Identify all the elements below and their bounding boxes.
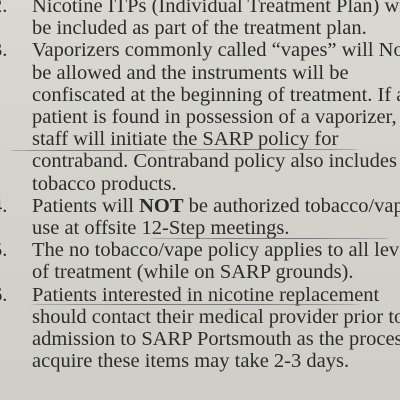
item-text-line: contraband. Contraband policy also inclu… — [32, 150, 397, 173]
item-text-segment: Patients will — [32, 194, 140, 217]
item-number: 3. — [0, 39, 8, 62]
policy-item-2: 2. Nicotine ITPs (Individual Treatment P… — [0, 0, 400, 39]
policy-item-6: 6. Patients interested in nicotine repla… — [0, 284, 400, 373]
item-text-line: Patients will NOT be authorized tobacco/… — [32, 195, 400, 217]
item-text-line: Vaporizers commonly called “vapes” will … — [32, 39, 400, 62]
item-text-line: Patients interested in nicotine replacem… — [32, 283, 380, 306]
item-text-line: use at offsite 12-Step meetings. — [32, 217, 290, 240]
policy-item-4: 4. Patients will NOT be authorized tobac… — [0, 195, 400, 239]
item-text-line: acquire these items may take 2-3 days. — [32, 350, 350, 373]
item-number: 5. — [0, 239, 8, 262]
scanned-document-page: 2. Nicotine ITPs (Individual Treatment P… — [0, 0, 400, 400]
item-text-line: patient is found in possession of a vapo… — [32, 106, 397, 129]
item-text-line: be included as part of the treatment pla… — [32, 17, 367, 40]
pen-underline — [150, 238, 390, 239]
emphasis-not: NOT — [139, 194, 184, 217]
pen-underline — [30, 304, 360, 305]
policy-item-3: 3. Vaporizers commonly called “vapes” wi… — [0, 39, 400, 194]
item-text-segment: be authorized tobacco/vape — [183, 194, 400, 217]
policy-list: 2. Nicotine ITPs (Individual Treatment P… — [0, 0, 400, 372]
item-number: 2. — [0, 0, 8, 17]
item-number: 4. — [0, 194, 8, 217]
item-text-line: staff will initiate the SARP policy for — [32, 128, 339, 151]
item-text-line: The no tobacco/vape policy applies to al… — [32, 239, 400, 262]
item-text-line: of treatment (while on SARP grounds). — [32, 261, 354, 284]
item-number: 6. — [0, 283, 8, 306]
policy-item-5: 5. The no tobacco/vape policy applies to… — [0, 239, 400, 283]
item-text-line: confiscated at the beginning of treatmen… — [32, 83, 400, 106]
pen-underline — [168, 149, 358, 150]
item-text-line: admission to SARP Portsmouth as the proc… — [32, 328, 400, 351]
item-text-line: be allowed and the instruments will be — [32, 61, 349, 84]
item-text-line: tobacco products. — [32, 172, 177, 195]
item-text-line: Nicotine ITPs (Individual Treatment Plan… — [32, 0, 400, 17]
item-text-line: should contact their medical provider pr… — [32, 305, 400, 328]
